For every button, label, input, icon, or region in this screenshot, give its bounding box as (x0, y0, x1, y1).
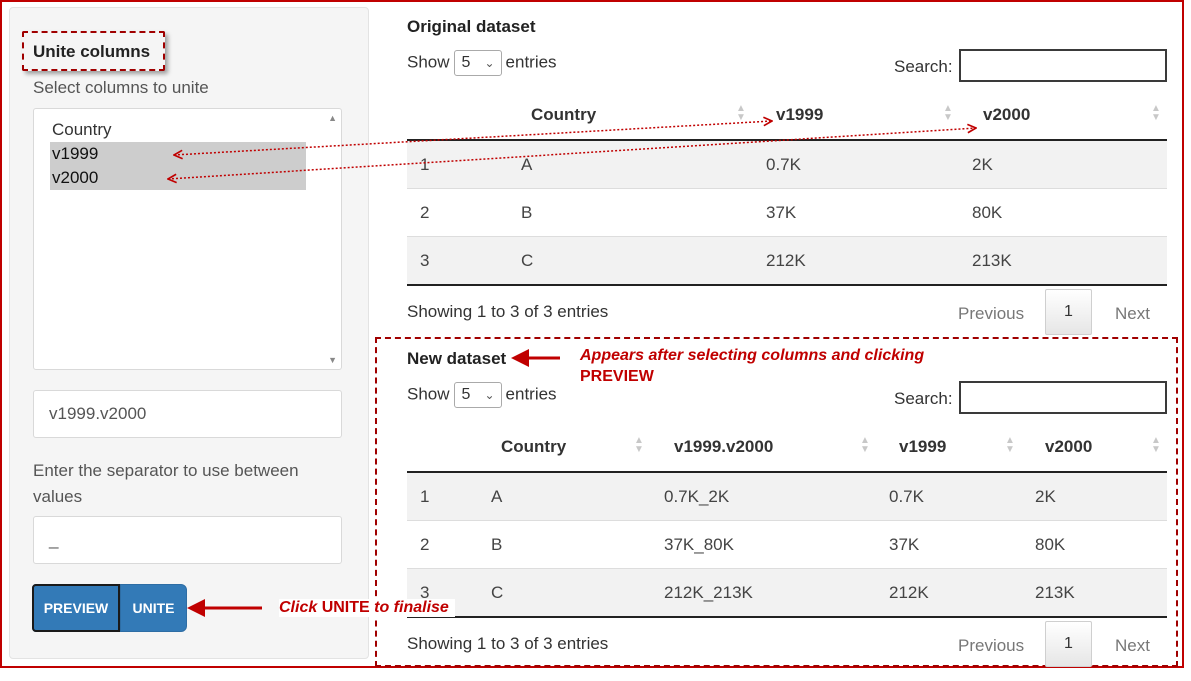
new-col-v1999-v2000[interactable]: v1999.v2000 (674, 437, 773, 457)
original-page-1-button[interactable]: 1 (1045, 289, 1092, 335)
footer-divider (407, 284, 1167, 286)
new-next-button[interactable]: Next (1115, 636, 1150, 656)
preview-button[interactable]: PREVIEW (32, 584, 120, 632)
new-col-v1999[interactable]: v1999 (899, 437, 946, 457)
new-col-v2000[interactable]: v2000 (1045, 437, 1092, 457)
cell-v2000: 213K (972, 251, 1012, 270)
click-unite-word: UNITE (321, 599, 370, 616)
columns-multiselect[interactable]: Country v1999 v2000 ▲ ▼ (33, 108, 342, 370)
entries-label: entries (505, 384, 557, 404)
cell-v2000: 80K (1035, 535, 1066, 554)
cell-country: A (491, 487, 503, 506)
footer-divider (407, 616, 1167, 618)
scroll-down-icon[interactable]: ▼ (328, 355, 337, 365)
entries-label: entries (505, 52, 557, 72)
show-label: Show (407, 384, 450, 404)
cell-v1999: 0.7K (889, 487, 924, 506)
cell-v1999: 212K (766, 251, 806, 270)
chevron-down-icon: ⌄ (484, 56, 495, 70)
show-label: Show (407, 52, 450, 72)
cell-country: B (491, 535, 503, 554)
new-page-1-button[interactable]: 1 (1045, 621, 1092, 667)
entries-select[interactable]: 5 ⌄ (453, 382, 502, 408)
original-previous-button[interactable]: Previous (958, 304, 1024, 324)
cell-v2000: 2K (1035, 487, 1056, 506)
cell-v1999: 0.7K (766, 155, 801, 174)
entries-select-value: 5 (461, 386, 471, 403)
original-col-v1999[interactable]: v1999 (776, 105, 823, 125)
entries-select-value: 5 (461, 54, 471, 71)
cell-united: 212K_213K (664, 583, 753, 602)
cell-v1999: 37K (766, 203, 797, 222)
separator-input[interactable]: _ (33, 516, 342, 564)
sort-icon[interactable]: ▲ ▼ (1005, 436, 1015, 455)
sort-icon[interactable]: ▲ ▼ (943, 104, 953, 123)
click-prefix: Click (279, 599, 322, 616)
appears-annotation-line1: Appears after selecting columns and clic… (580, 347, 925, 364)
new-search-label: Search: (894, 389, 953, 408)
cell-united: 0.7K_2K (664, 487, 730, 506)
row-index: 3 (420, 251, 430, 270)
entries-select[interactable]: 5 ⌄ (453, 50, 502, 76)
appears-annotation-line2: PREVIEW (580, 368, 654, 385)
sort-icon[interactable]: ▲ ▼ (1151, 104, 1161, 123)
sort-icon[interactable]: ▲ ▼ (1151, 436, 1161, 455)
row-index: 1 (420, 487, 430, 506)
row-index: 2 (420, 203, 430, 222)
original-search-label: Search: (894, 57, 953, 76)
separator-label-line1: Enter the separator to use between (33, 461, 299, 480)
cell-v2000: 213K (1035, 583, 1075, 602)
new-col-country[interactable]: Country (501, 437, 566, 457)
cell-united: 37K_80K (664, 535, 734, 554)
new-dataset-title: New dataset (407, 349, 507, 368)
new-previous-button[interactable]: Previous (958, 636, 1024, 656)
row-index: 1 (420, 155, 430, 174)
chevron-down-icon: ⌄ (484, 388, 495, 402)
original-col-v2000[interactable]: v2000 (983, 105, 1030, 125)
new-column-name-input[interactable]: v1999.v2000 (33, 390, 342, 438)
click-suffix: to finalise (369, 599, 449, 616)
cell-v2000: 2K (972, 155, 993, 174)
click-unite-annotation: Click UNITE to finalise (279, 599, 455, 617)
cell-v1999: 37K (889, 535, 920, 554)
cell-v2000: 80K (972, 203, 1003, 222)
separator-label-line2: values (33, 487, 83, 506)
option-country[interactable]: Country (50, 118, 306, 142)
original-table-info: Showing 1 to 3 of 3 entries (407, 302, 609, 321)
new-search-input[interactable] (959, 381, 1167, 414)
sort-icon[interactable]: ▲ ▼ (860, 436, 870, 455)
cell-country: C (491, 583, 504, 602)
original-search-input[interactable] (959, 49, 1167, 82)
unite-button[interactable]: UNITE (120, 584, 187, 632)
cell-country: C (521, 251, 534, 270)
original-dataset-title: Original dataset (407, 17, 536, 36)
option-v1999[interactable]: v1999 (50, 142, 306, 166)
new-length-control: Show 5 ⌄ entries (407, 382, 557, 408)
sidebar-title: Unite columns (33, 42, 151, 61)
row-index: 2 (420, 535, 430, 554)
sort-icon[interactable]: ▲ ▼ (634, 436, 644, 455)
cell-v1999: 212K (889, 583, 929, 602)
cell-country: B (521, 203, 533, 222)
original-length-control: Show 5 ⌄ entries (407, 50, 557, 76)
option-v2000[interactable]: v2000 (50, 166, 306, 190)
original-next-button[interactable]: Next (1115, 304, 1150, 324)
new-table-info: Showing 1 to 3 of 3 entries (407, 634, 609, 653)
select-columns-label: Select columns to unite (33, 78, 209, 97)
sort-icon[interactable]: ▲ ▼ (736, 104, 746, 123)
original-col-country[interactable]: Country (531, 105, 596, 125)
scroll-up-icon[interactable]: ▲ (328, 113, 337, 123)
cell-country: A (521, 155, 533, 174)
